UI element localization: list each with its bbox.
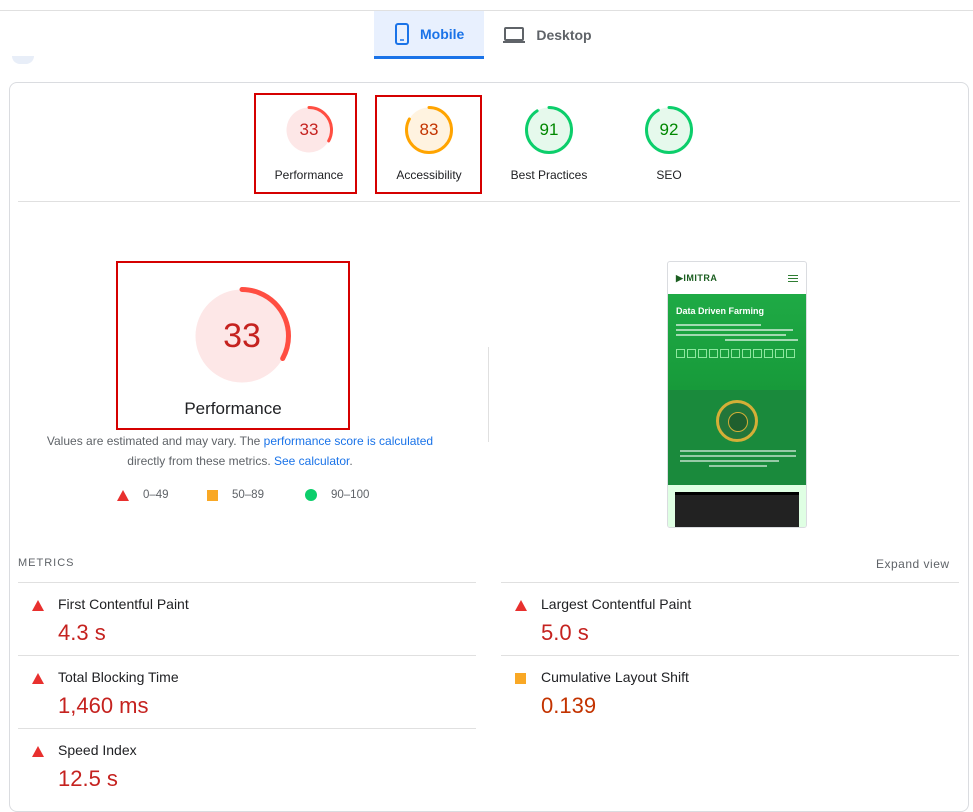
metric-name: Speed Index <box>58 742 137 758</box>
award-badge-icon <box>716 400 758 442</box>
metric-name: Total Blocking Time <box>58 669 179 685</box>
square-icon <box>207 489 218 501</box>
performance-score-link[interactable]: performance score is calculated <box>264 434 433 448</box>
tab-mobile-label: Mobile <box>420 25 465 42</box>
collapsed-header-fragment <box>12 56 34 64</box>
gauge-score: 91 <box>539 120 559 139</box>
thumbnail-hero-title: Data Driven Farming <box>676 306 765 316</box>
thumbnail-award-text <box>680 450 796 470</box>
thumbnail-text-lines <box>676 324 798 341</box>
metric-value: 1,460 ms <box>58 693 149 718</box>
legend-range: 0–49 <box>143 489 169 501</box>
metrics-heading: METRICS <box>18 557 75 569</box>
metric-value: 0.139 <box>541 693 597 718</box>
hamburger-menu-icon <box>788 274 798 282</box>
thumbnail-logo-text: IMITRA <box>683 272 718 283</box>
metric-first-contentful-paint: First Contentful Paint 4.3 s <box>18 582 476 655</box>
metric-total-blocking-time: Total Blocking Time 1,460 ms <box>18 655 476 728</box>
metric-cumulative-layout-shift: Cumulative Layout Shift 0.139 <box>501 655 959 728</box>
legend-average: 50–89 <box>207 489 264 501</box>
thumbnail-logo: ▶IMITRA <box>676 272 718 283</box>
highlight-box-performance-large <box>116 261 350 430</box>
gauge-score: 92 <box>659 120 679 139</box>
legend-range: 50–89 <box>232 489 264 501</box>
page-screenshot-thumbnail[interactable]: ▶IMITRA Data Driven Farming <box>667 261 807 528</box>
note-text: . <box>349 454 353 468</box>
fail-triangle-icon <box>32 746 44 757</box>
metric-speed-index: Speed Index 12.5 s <box>18 728 476 801</box>
metric-name: Largest Contentful Paint <box>541 596 692 612</box>
fail-triangle-icon <box>515 600 527 611</box>
metric-largest-contentful-paint: Largest Contentful Paint 5.0 s <box>501 582 959 655</box>
note-text: directly from these metrics. <box>127 454 274 468</box>
fail-triangle-icon <box>32 600 44 611</box>
average-square-icon <box>515 673 526 684</box>
laptop-icon <box>502 26 526 44</box>
triangle-icon <box>117 489 129 501</box>
metric-value: 12.5 s <box>58 766 118 791</box>
highlight-box-performance <box>254 93 357 194</box>
legend-fail: 0–49 <box>117 489 169 501</box>
metric-value: 4.3 s <box>58 620 106 645</box>
gauge-best-practices[interactable]: 91 Best Practices <box>498 95 600 182</box>
smartphone-icon <box>394 22 410 45</box>
highlight-box-accessibility <box>375 95 482 194</box>
gauge-seo[interactable]: 92 SEO <box>618 95 720 182</box>
gauge-label: SEO <box>656 168 682 182</box>
thumbnail-award-section <box>668 390 806 485</box>
legend-range: 90–100 <box>331 489 370 501</box>
gauges-divider <box>18 201 960 202</box>
tab-desktop[interactable]: Desktop <box>484 11 609 59</box>
thumbnail-partner-logos <box>676 349 798 358</box>
tab-desktop-label: Desktop <box>536 27 592 43</box>
expand-view-button[interactable]: Expand view <box>876 557 950 571</box>
thumbnail-video-block <box>675 492 799 527</box>
score-note: Values are estimated and may vary. The p… <box>30 431 450 471</box>
metric-name: First Contentful Paint <box>58 596 189 612</box>
device-tabs: Mobile Desktop <box>374 11 610 59</box>
circle-icon <box>305 489 317 501</box>
legend-pass: 90–100 <box>305 489 369 501</box>
note-text: Values are estimated and may vary. The <box>46 434 264 448</box>
fail-triangle-icon <box>32 673 44 684</box>
thumbnail-hero: Data Driven Farming <box>668 294 806 390</box>
gauge-label: Best Practices <box>510 168 588 182</box>
report-card: 33 Performance 83 Accessibility 91 Best … <box>9 82 969 812</box>
tab-mobile[interactable]: Mobile <box>374 11 485 59</box>
metric-name: Cumulative Layout Shift <box>541 669 689 685</box>
thumbnail-header: ▶IMITRA <box>668 262 806 294</box>
category-gauges: 33 Performance 83 Accessibility 91 Best … <box>10 83 970 201</box>
see-calculator-link[interactable]: See calculator <box>274 454 349 468</box>
vertical-separator <box>488 347 489 442</box>
metric-value: 5.0 s <box>541 620 589 645</box>
